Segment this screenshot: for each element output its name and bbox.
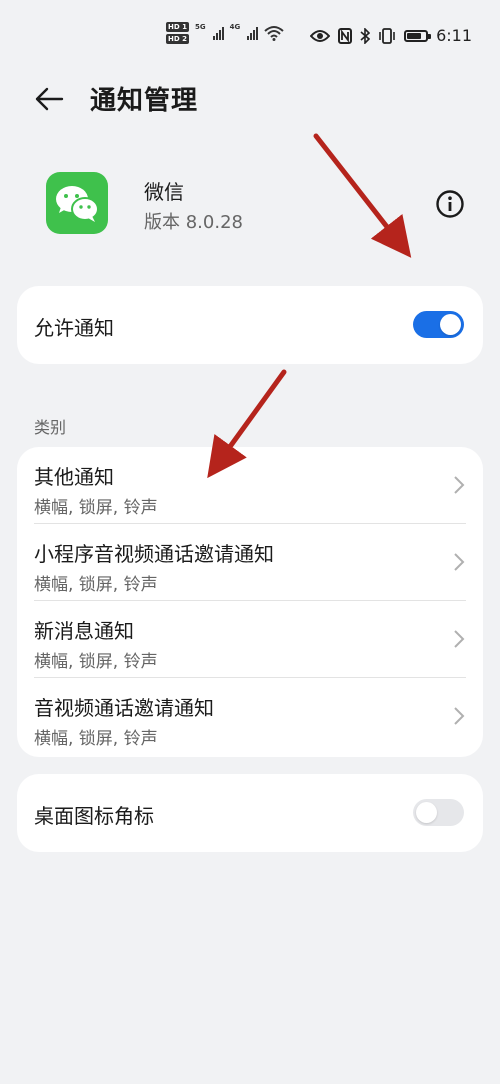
item-subtitle: 横幅, 锁屏, 铃声 bbox=[34, 729, 158, 749]
section-label-category: 类别 bbox=[34, 418, 67, 437]
toggle-knob bbox=[440, 314, 461, 335]
status-bar: HD 1 HD 2 5G 4G 6:11 bbox=[0, 0, 500, 70]
signal-icon-2 bbox=[247, 26, 259, 40]
item-subtitle: 横幅, 锁屏, 铃声 bbox=[34, 575, 158, 595]
vibrate-icon bbox=[379, 27, 395, 44]
chevron-right-icon bbox=[454, 476, 465, 494]
allow-notifications-toggle[interactable] bbox=[413, 311, 464, 338]
chevron-right-icon bbox=[454, 707, 465, 725]
wifi-icon bbox=[264, 26, 284, 41]
wechat-logo bbox=[56, 186, 99, 222]
list-item[interactable]: 其他通知 横幅, 锁屏, 铃声 bbox=[17, 447, 483, 524]
item-title: 音视频通话邀请通知 bbox=[34, 696, 214, 720]
category-list: 其他通知 横幅, 锁屏, 铃声 小程序音视频通话邀请通知 横幅, 锁屏, 铃声 … bbox=[17, 447, 483, 757]
status-left: HD 1 HD 2 5G 4G bbox=[166, 22, 284, 44]
item-title: 其他通知 bbox=[34, 465, 114, 489]
hd1-label: HD 1 bbox=[166, 22, 189, 32]
item-subtitle: 横幅, 锁屏, 铃声 bbox=[34, 498, 158, 518]
list-item[interactable]: 音视频通话邀请通知 横幅, 锁屏, 铃声 bbox=[17, 678, 483, 755]
chevron-right-icon bbox=[454, 630, 465, 648]
battery-icon bbox=[404, 29, 432, 42]
status-time: 6:11 bbox=[436, 26, 472, 45]
hd-icon: HD 1 HD 2 bbox=[166, 22, 189, 44]
app-version: 版本 8.0.28 bbox=[144, 212, 243, 233]
toggle-knob bbox=[416, 802, 437, 823]
status-right: 6:11 bbox=[310, 26, 472, 45]
net1-label: 5G bbox=[194, 23, 206, 31]
bluetooth-icon bbox=[360, 27, 371, 44]
allow-notifications-label: 允许通知 bbox=[34, 316, 114, 340]
badge-card[interactable]: 桌面图标角标 bbox=[17, 774, 483, 852]
wechat-icon bbox=[46, 172, 108, 234]
signal-icon bbox=[212, 26, 224, 40]
item-title: 新消息通知 bbox=[34, 619, 134, 643]
allow-notifications-card[interactable]: 允许通知 bbox=[17, 286, 483, 364]
badge-toggle[interactable] bbox=[413, 799, 464, 826]
badge-label: 桌面图标角标 bbox=[34, 804, 154, 828]
item-title: 小程序音视频通话邀请通知 bbox=[34, 542, 274, 566]
list-item[interactable]: 小程序音视频通话邀请通知 横幅, 锁屏, 铃声 bbox=[17, 524, 483, 601]
net2-label: 4G bbox=[229, 23, 241, 31]
info-icon[interactable] bbox=[434, 188, 466, 220]
item-subtitle: 横幅, 锁屏, 铃声 bbox=[34, 652, 158, 672]
nfc-icon bbox=[338, 27, 353, 44]
list-item[interactable]: 新消息通知 横幅, 锁屏, 铃声 bbox=[17, 601, 483, 678]
app-name: 微信 bbox=[144, 180, 184, 204]
page-title: 通知管理 bbox=[90, 86, 199, 116]
eye-icon bbox=[310, 29, 331, 42]
hd2-label: HD 2 bbox=[166, 34, 189, 44]
arrow-left-icon[interactable] bbox=[32, 82, 66, 116]
chevron-right-icon bbox=[454, 553, 465, 571]
